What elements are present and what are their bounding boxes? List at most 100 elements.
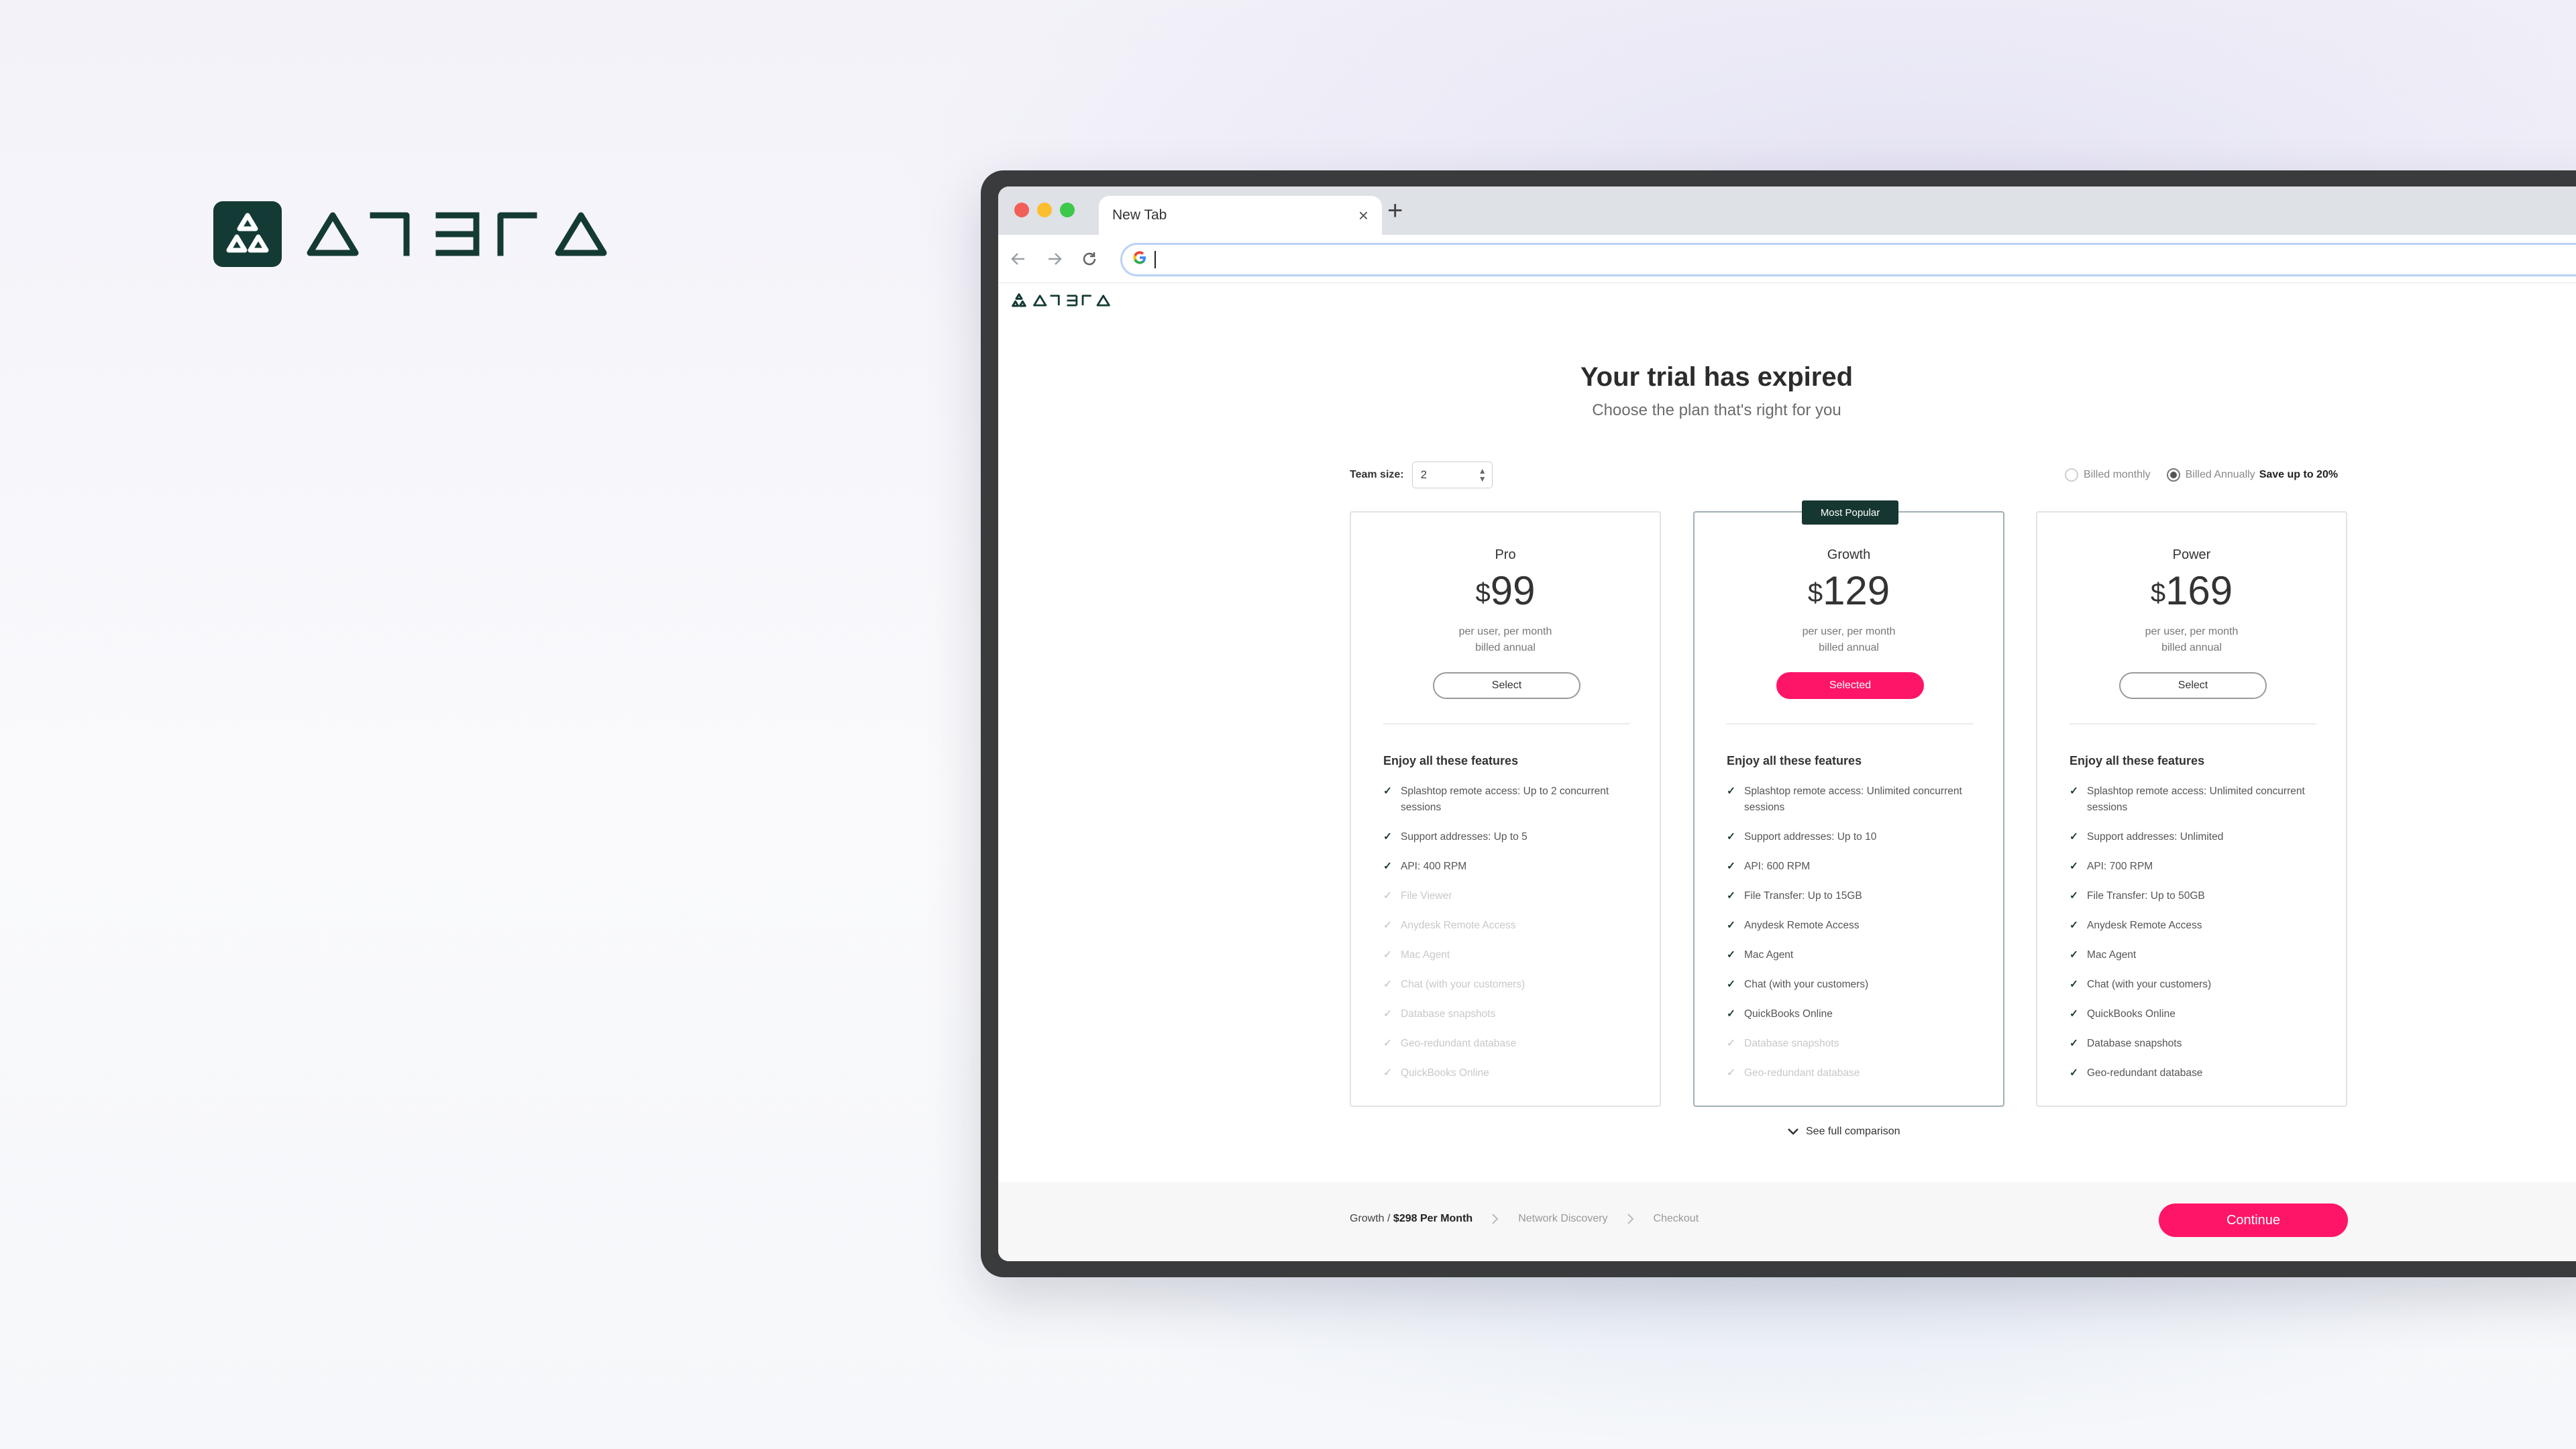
feature-text: Geo-redundant database bbox=[1401, 1038, 1517, 1049]
feature-text: API: 600 RPM bbox=[1744, 861, 1811, 872]
tab-close-icon[interactable]: × bbox=[1358, 207, 1368, 224]
feature-item: ✓ Splashtop remote access: Up to 2 concur… bbox=[1383, 784, 1638, 816]
check-icon: ✓ bbox=[2070, 831, 2078, 843]
feature-item: ✓ Chat (with your customers) bbox=[2070, 977, 2324, 993]
brand-logo bbox=[213, 201, 621, 267]
billing-save-note: Save up to 20% bbox=[2259, 469, 2339, 480]
feature-item: ✓ File Transfer: Up to 15GB bbox=[1727, 888, 1982, 904]
check-icon: ✓ bbox=[1383, 890, 1392, 902]
address-bar[interactable] bbox=[1120, 243, 2576, 276]
check-icon: ✓ bbox=[1727, 979, 1735, 990]
price-note-line1: per user, per month bbox=[1802, 626, 1896, 637]
check-icon: ✓ bbox=[1727, 890, 1735, 902]
continue-button[interactable]: Continue bbox=[2159, 1203, 2348, 1237]
currency-symbol: $ bbox=[1807, 578, 1823, 608]
billing-annual-option[interactable]: Billed Annually Save up to 20% bbox=[2166, 468, 2339, 482]
feature-item: ✓ API: 600 RPM bbox=[1727, 859, 1982, 875]
feature-item: ✓ Mac Agent bbox=[1727, 947, 1982, 963]
feature-list: ✓ Splashtop remote access: Unlimited conc… bbox=[2070, 784, 2324, 1095]
price-note-line2: billed annual bbox=[1819, 642, 1879, 653]
price-note-line1: per user, per month bbox=[1458, 626, 1552, 637]
step-plan[interactable]: Growth / $298 Per Month bbox=[1350, 1213, 1472, 1225]
feature-text: File Transfer: Up to 15GB bbox=[1744, 890, 1862, 902]
step-network-discovery[interactable]: Network Discovery bbox=[1518, 1213, 1607, 1225]
price-note-line1: per user, per month bbox=[2145, 626, 2239, 637]
comparison-label: See full comparison bbox=[1806, 1126, 1900, 1137]
tab-title: New Tab bbox=[1112, 207, 1167, 223]
browser-tab[interactable]: New Tab × bbox=[1099, 196, 1382, 235]
check-icon: ✓ bbox=[2070, 979, 2078, 990]
select-plan-button[interactable]: Select bbox=[2119, 672, 2267, 699]
radio-monthly[interactable] bbox=[2065, 468, 2078, 482]
feature-text: Database snapshots bbox=[1401, 1008, 1496, 1020]
forward-arrow-icon[interactable] bbox=[1042, 247, 1067, 271]
check-icon: ✓ bbox=[1383, 949, 1392, 961]
feature-text: QuickBooks Online bbox=[1401, 1067, 1489, 1079]
see-full-comparison-link[interactable]: See full comparison bbox=[1787, 1126, 1900, 1138]
feature-item: ✓ Geo-redundant database bbox=[2070, 1065, 2324, 1081]
feature-text: Splashtop remote access: Unlimited concu… bbox=[2087, 786, 2305, 813]
features-title: Enjoy all these features bbox=[1383, 754, 1519, 767]
card-divider bbox=[1383, 723, 1630, 724]
text-caret bbox=[1155, 251, 1156, 268]
feature-item: ✓ Anydesk Remote Access bbox=[1727, 918, 1982, 934]
window-minimize-dot[interactable] bbox=[1037, 203, 1052, 217]
check-icon: ✓ bbox=[1383, 1038, 1392, 1049]
page-subtitle: Choose the plan that's right for you bbox=[1592, 401, 1841, 419]
feature-text: Splashtop remote access: Up to 2 concurr… bbox=[1401, 786, 1609, 813]
check-icon: ✓ bbox=[1727, 1067, 1735, 1079]
feature-item: ✓ Database snapshots bbox=[1727, 1036, 1982, 1052]
check-icon: ✓ bbox=[1727, 949, 1735, 961]
radio-annual[interactable] bbox=[2166, 468, 2180, 482]
plan-price: $169 bbox=[2037, 568, 2346, 614]
checkout-footer: Growth / $298 Per Month Network Discover… bbox=[998, 1182, 2576, 1261]
feature-text: Anydesk Remote Access bbox=[1401, 920, 1516, 931]
feature-item: ✓ File Viewer bbox=[1383, 888, 1638, 904]
feature-text: Anydesk Remote Access bbox=[1744, 920, 1860, 931]
features-title: Enjoy all these features bbox=[1727, 754, 1862, 767]
feature-text: QuickBooks Online bbox=[2087, 1008, 2176, 1020]
feature-item: ✓ File Transfer: Up to 50GB bbox=[2070, 888, 2324, 904]
step-checkout[interactable]: Checkout bbox=[1654, 1213, 1699, 1225]
plan-price: $99 bbox=[1351, 568, 1660, 614]
billing-annual-label: Billed Annually bbox=[2185, 469, 2255, 480]
team-size-value: 2 bbox=[1420, 468, 1428, 481]
feature-text: Mac Agent bbox=[1401, 949, 1450, 961]
currency-symbol: $ bbox=[1475, 578, 1491, 608]
team-size-input[interactable]: 2 ▲ ▼ bbox=[1411, 462, 1493, 488]
feature-item: ✓ Geo-redundant database bbox=[1727, 1065, 1982, 1081]
feature-text: Geo-redundant database bbox=[2087, 1067, 2203, 1079]
chevron-right-icon bbox=[1492, 1214, 1499, 1224]
window-close-dot[interactable] bbox=[1014, 203, 1029, 217]
billing-monthly-option[interactable]: Billed monthly bbox=[2065, 468, 2151, 482]
check-icon: ✓ bbox=[1383, 920, 1392, 931]
plan-card-power: Power $169 per user, per month billed an… bbox=[2036, 511, 2347, 1107]
reload-icon[interactable] bbox=[1077, 247, 1102, 271]
price-value: 129 bbox=[1823, 568, 1890, 613]
plan-name: Growth bbox=[1827, 547, 1871, 562]
browser-toolbar bbox=[998, 235, 2576, 283]
feature-item: ✓ Support addresses: Unlimited bbox=[2070, 829, 2324, 845]
atera-logo-icon bbox=[213, 201, 282, 267]
feature-list: ✓ Splashtop remote access: Unlimited conc… bbox=[1727, 784, 1982, 1095]
google-icon bbox=[1132, 250, 1148, 270]
feature-item: ✓ Support addresses: Up to 10 bbox=[1727, 829, 1982, 845]
feature-text: Database snapshots bbox=[1744, 1038, 1839, 1049]
check-icon: ✓ bbox=[1727, 1038, 1735, 1049]
stepper-icon[interactable]: ▲ ▼ bbox=[1479, 467, 1487, 483]
new-tab-button[interactable]: + bbox=[1387, 197, 1403, 224]
site-logo[interactable] bbox=[1010, 292, 1114, 309]
check-icon: ✓ bbox=[1727, 786, 1735, 797]
selected-plan-button[interactable]: Selected bbox=[1776, 672, 1924, 699]
feature-item: ✓ Splashtop remote access: Unlimited conc… bbox=[2070, 784, 2324, 816]
feature-text: Anydesk Remote Access bbox=[2087, 920, 2202, 931]
checkout-steps: Growth / $298 Per Month Network Discover… bbox=[1350, 1213, 1699, 1225]
feature-list: ✓ Splashtop remote access: Up to 2 concur… bbox=[1383, 784, 1638, 1095]
feature-text: Mac Agent bbox=[2087, 949, 2137, 961]
back-arrow-icon[interactable] bbox=[1006, 247, 1030, 271]
step-plan-name: Growth / bbox=[1350, 1213, 1391, 1224]
select-plan-button[interactable]: Select bbox=[1433, 672, 1580, 699]
feature-text: Chat (with your customers) bbox=[1744, 979, 1869, 990]
card-divider bbox=[2070, 723, 2316, 724]
window-maximize-dot[interactable] bbox=[1060, 203, 1075, 217]
